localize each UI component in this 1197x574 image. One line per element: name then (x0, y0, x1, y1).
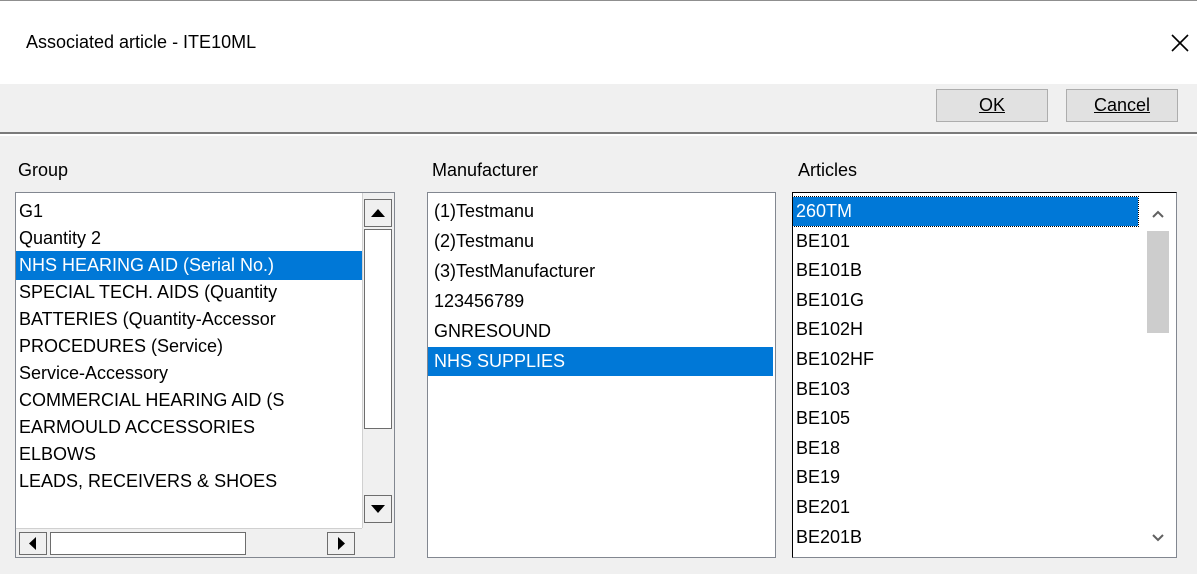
group-list-item[interactable]: SPECIAL TECH. AIDS (Quantity (16, 278, 362, 307)
articles-vertical-scrollbar[interactable] (1141, 193, 1176, 557)
manufacturer-list-item[interactable]: 123456789 (428, 287, 773, 316)
window-title: Associated article - ITE10ML (26, 32, 257, 52)
manufacturer-listbox[interactable]: NHS SUPPLIES GNRESOUND 123456789 (3)TestMan… (427, 192, 776, 558)
arrow-left-icon (29, 537, 36, 550)
group-label: Group (18, 160, 69, 180)
group-horizontal-scrollbar[interactable] (16, 528, 362, 557)
close-icon[interactable] (1162, 25, 1196, 59)
group-list-item[interactable]: EARMOULD ACCESSORIES (16, 413, 362, 442)
group-vertical-scrollbar[interactable] (362, 193, 394, 528)
articles-label: Articles (798, 160, 858, 180)
arrow-down-icon (371, 505, 385, 513)
arrow-up-icon (371, 209, 385, 217)
articles-list-item[interactable]: BE19 (793, 463, 1138, 492)
manufacturer-list-item[interactable]: NHS SUPPLIES (428, 347, 773, 376)
scrollbar-corner (362, 528, 394, 557)
articles-list-item[interactable]: BE201 (793, 493, 1138, 522)
articles-list-item[interactable]: BE101G (793, 286, 1138, 315)
manufacturer-list-item[interactable]: (3)TestManufacturer (428, 257, 773, 286)
scroll-thumb[interactable] (1147, 231, 1169, 333)
manufacturer-list-item[interactable]: GNRESOUND (428, 317, 773, 346)
group-list-item[interactable]: Quantity 2 (16, 224, 362, 253)
toolbar-separator (0, 132, 1197, 136)
chevron-down-icon[interactable] (1149, 529, 1167, 547)
group-list-item[interactable]: LEADS, RECEIVERS & SHOES (16, 467, 362, 496)
articles-list-item[interactable]: BE18 (793, 434, 1138, 463)
group-listbox[interactable]: LEADS, RECEIVERS & SHOES ELBOWS EARMOULD A… (15, 192, 395, 558)
articles-list-item[interactable]: BE102HF (793, 345, 1138, 374)
h-scroll-thumb[interactable] (50, 532, 246, 555)
group-list-item[interactable]: ELBOWS (16, 440, 362, 469)
articles-list-item[interactable]: BE101B (793, 256, 1138, 285)
scroll-left-button[interactable] (19, 532, 47, 555)
group-list-item[interactable]: G1 (16, 197, 362, 226)
ok-button[interactable]: OK (936, 89, 1048, 122)
group-list-item[interactable]: PROCEDURES (Service) (16, 332, 362, 361)
articles-list-item[interactable]: 260TM (793, 196, 1139, 227)
group-list-item[interactable]: BATTERIES (Quantity-Accessor (16, 305, 362, 334)
scroll-right-button[interactable] (327, 532, 355, 555)
group-list-item[interactable]: COMMERCIAL HEARING AID (S (16, 386, 362, 415)
articles-list-item[interactable]: BE101 (793, 227, 1138, 256)
chevron-up-icon[interactable] (1149, 205, 1167, 223)
articles-list-item[interactable]: BE102H (793, 315, 1138, 344)
articles-list-item[interactable]: BE103 (793, 375, 1138, 404)
manufacturer-label: Manufacturer (432, 160, 539, 180)
group-list-item[interactable]: Service-Accessory (16, 359, 362, 388)
articles-list-item[interactable]: BE201B (793, 523, 1138, 552)
cancel-label: Cancel (1093, 95, 1151, 115)
arrow-right-icon (338, 537, 345, 550)
title-bar: Associated article - ITE10ML (0, 0, 1197, 84)
cancel-button[interactable]: Cancel (1066, 89, 1178, 122)
ok-label: OK (978, 95, 1005, 115)
articles-listbox[interactable]: BE201B BE201 BE19 BE18 BE105 BE103 BE102HF BE10… (792, 192, 1177, 558)
manufacturer-list-item[interactable]: (1)Testmanu (428, 197, 773, 226)
scroll-thumb[interactable] (364, 229, 392, 429)
articles-list-item[interactable]: BE105 (793, 404, 1138, 433)
group-list-item[interactable]: NHS HEARING AID (Serial No.) (16, 251, 362, 280)
scroll-up-button[interactable] (364, 199, 392, 227)
scroll-down-button[interactable] (364, 495, 392, 523)
manufacturer-list-item[interactable]: (2)Testmanu (428, 227, 773, 256)
